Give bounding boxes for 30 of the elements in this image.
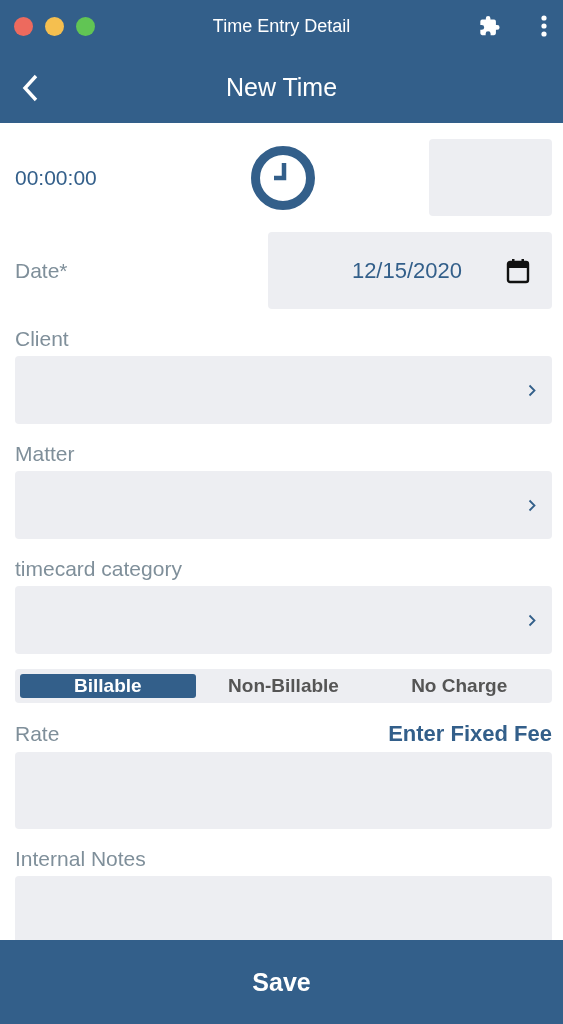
puzzle-icon[interactable] [478, 15, 501, 37]
save-button[interactable]: Save [0, 940, 563, 1024]
date-field[interactable]: 12/15/2020 [268, 232, 552, 309]
field-label: Client [15, 327, 70, 351]
date-label: Date* [15, 258, 68, 283]
notes-field[interactable] [15, 876, 552, 940]
chevron-right-icon [528, 498, 536, 512]
select-field[interactable] [15, 586, 552, 654]
close-button[interactable] [14, 16, 33, 36]
more-icon[interactable] [541, 15, 547, 37]
billing-tab[interactable]: No Charge [371, 674, 547, 698]
clock-icon[interactable] [251, 145, 315, 210]
back-icon[interactable] [22, 73, 38, 102]
chevron-right-icon [528, 383, 536, 397]
page-title: New Time [225, 73, 338, 102]
maximize-button[interactable] [76, 16, 95, 36]
minimize-button[interactable] [45, 16, 64, 36]
notes-label: Internal Notes [15, 847, 147, 871]
select-field[interactable] [15, 471, 552, 539]
field-label: timecard category [15, 557, 183, 581]
billing-tab[interactable]: Billable [20, 674, 196, 698]
rate-label: Rate [15, 722, 60, 746]
billing-tab[interactable]: Non-Billable [195, 674, 372, 698]
chevron-right-icon [528, 613, 536, 627]
window-title: Time Entry Detail [212, 15, 351, 37]
fixed-fee-link[interactable]: Enter Fixed Fee [388, 721, 552, 747]
timer-text: 00:00:00 [15, 165, 98, 190]
field-label: Matter [15, 442, 76, 466]
calendar-icon [506, 257, 530, 284]
select-field[interactable] [15, 356, 552, 424]
